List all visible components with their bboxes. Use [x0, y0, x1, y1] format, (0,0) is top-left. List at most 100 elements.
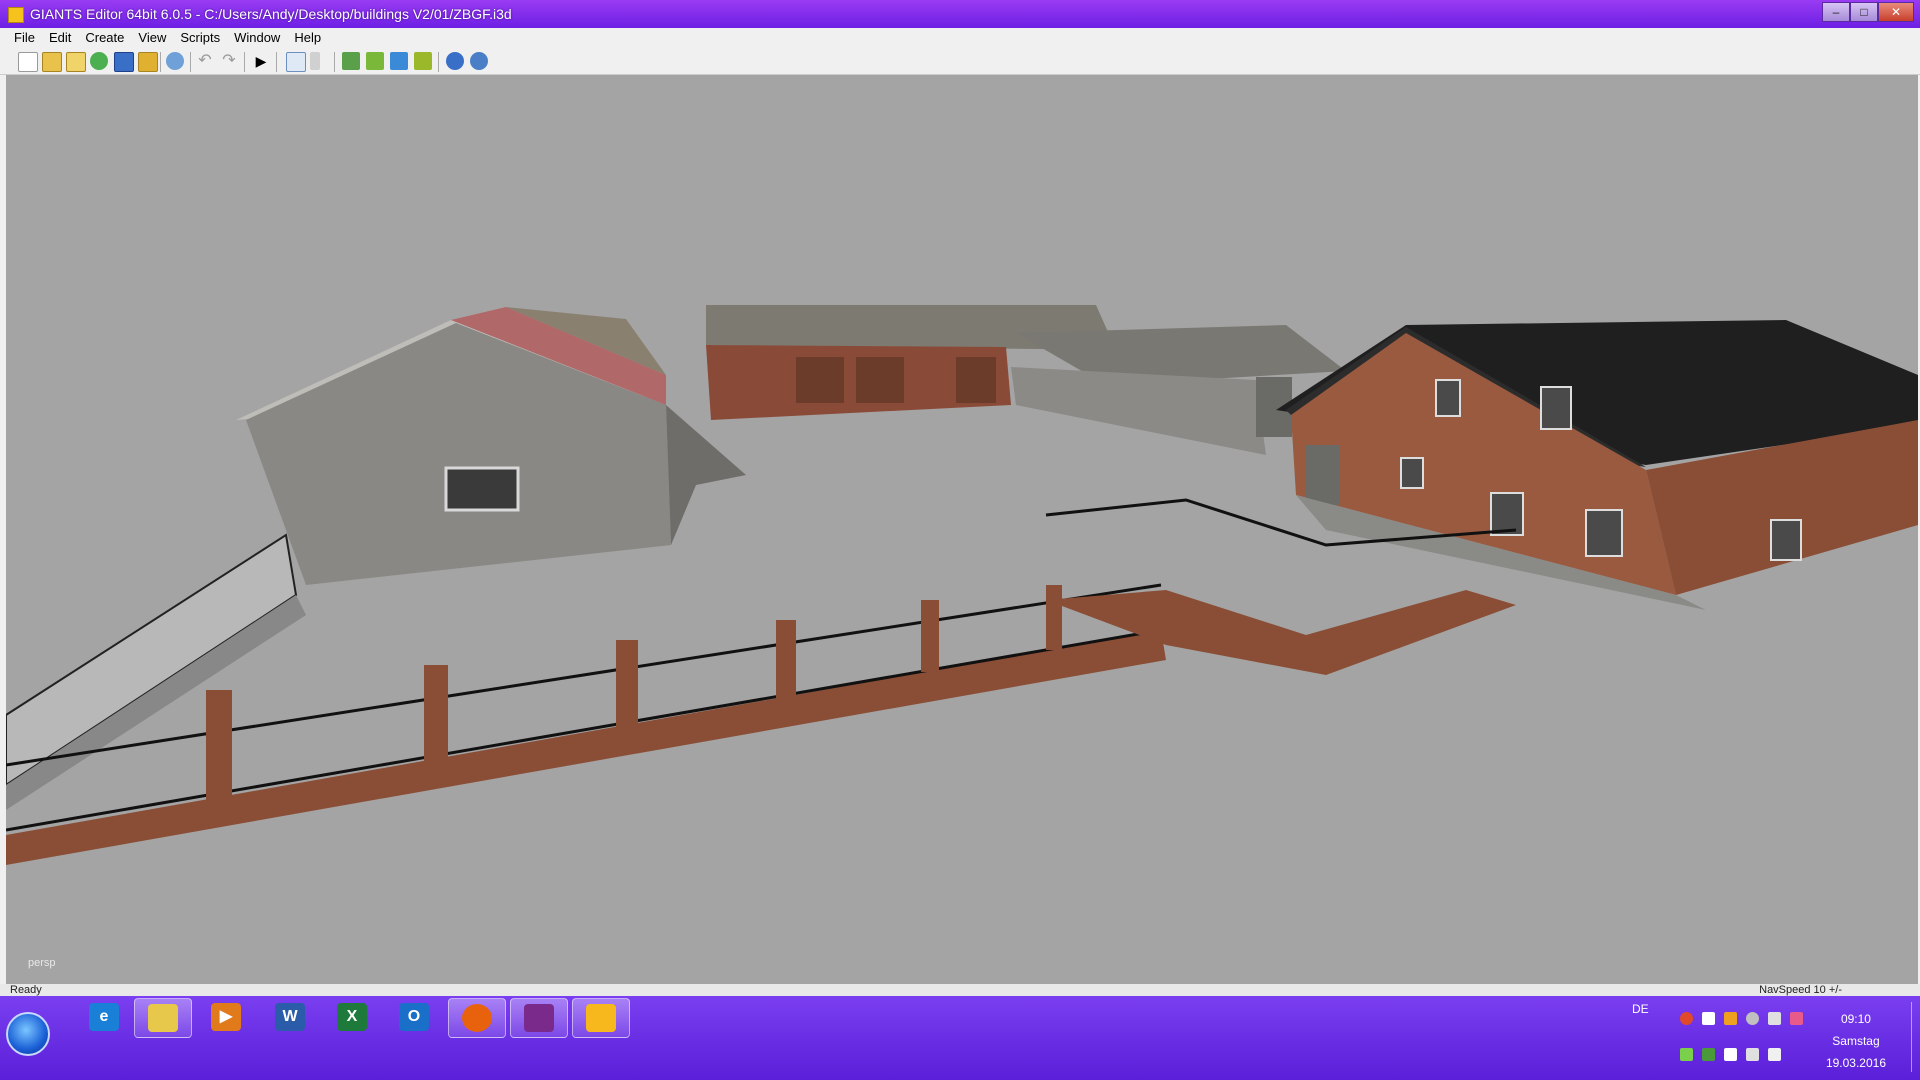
- brick-house-garage-door: [1306, 445, 1340, 505]
- house-window: [444, 466, 520, 512]
- network-icon[interactable]: [1746, 1048, 1759, 1061]
- 3d-viewport[interactable]: persp: [6, 75, 1918, 985]
- foliage-paint-icon[interactable]: [390, 52, 408, 70]
- flag-icon[interactable]: [1724, 1048, 1737, 1061]
- start-button[interactable]: [6, 1012, 50, 1056]
- brick-window: [1585, 509, 1623, 557]
- fence-pillar: [1046, 585, 1062, 650]
- redo-icon[interactable]: ↷: [220, 52, 238, 70]
- toolbar-separator: [438, 52, 439, 72]
- rotate-camera-icon[interactable]: [446, 52, 464, 70]
- nvidia-icon[interactable]: [1702, 1048, 1715, 1061]
- barn-wall: [1011, 367, 1266, 455]
- edit-icon[interactable]: [66, 52, 86, 72]
- toolbar-separator: [190, 52, 191, 72]
- giants-app-icon: [8, 7, 24, 23]
- select-tool-icon[interactable]: [286, 52, 306, 72]
- volume-icon[interactable]: [1768, 1048, 1781, 1061]
- taskbar: e ▶ W X O DE 09:10 Samstag 19.03.2016: [0, 996, 1920, 1080]
- brick-window: [1540, 386, 1572, 430]
- toolbar-separator: [160, 52, 161, 72]
- folder-icon: [148, 1004, 178, 1032]
- language-indicator[interactable]: DE: [1632, 1002, 1649, 1016]
- taskbar-excel[interactable]: X: [324, 998, 380, 1036]
- new-file-icon[interactable]: [18, 52, 38, 72]
- brick-window: [1435, 379, 1461, 417]
- windows-icon[interactable]: [1702, 1012, 1715, 1025]
- menu-edit[interactable]: Edit: [42, 28, 78, 45]
- internet-explorer-icon: e: [89, 1003, 119, 1031]
- play-icon[interactable]: ▶: [252, 52, 270, 70]
- record-icon[interactable]: [1680, 1012, 1693, 1025]
- media-player-icon: ▶: [211, 1003, 241, 1031]
- clock-day: Samstag: [1832, 1034, 1880, 1048]
- reset-icon[interactable]: [166, 52, 184, 70]
- close-button[interactable]: ✕: [1878, 2, 1914, 22]
- garage-door: [856, 357, 904, 403]
- taskbar-winrar[interactable]: [510, 998, 568, 1038]
- menu-create[interactable]: Create: [78, 28, 131, 45]
- chain-link-fence: [6, 533, 298, 787]
- giants-editor-icon: [586, 1004, 616, 1032]
- brick-window: [1770, 519, 1802, 561]
- fence-pillar: [424, 665, 448, 765]
- garage-door: [796, 357, 844, 403]
- toolbar-separator: [244, 52, 245, 72]
- taskbar-firefox[interactable]: [448, 998, 506, 1038]
- toolbar-separator: [334, 52, 335, 72]
- window-title: GIANTS Editor 64bit 6.0.5 - C:/Users/And…: [30, 6, 512, 22]
- clock-date: 19.03.2016: [1825, 1056, 1886, 1070]
- fence-pillar: [921, 600, 939, 672]
- garage-door: [956, 357, 996, 403]
- firefox-icon: [462, 1004, 492, 1032]
- taskbar-word[interactable]: W: [262, 998, 318, 1036]
- network-tool-icon[interactable]: [1768, 1012, 1781, 1025]
- terrain-sculpt-icon[interactable]: [342, 52, 360, 70]
- taskbar-giants-editor[interactable]: [572, 998, 630, 1038]
- minimize-button[interactable]: –: [1822, 2, 1850, 22]
- camera-mode-label: persp: [28, 957, 56, 969]
- menu-bar: File Edit Create View Scripts Window Help: [0, 28, 1920, 48]
- menu-window[interactable]: Window: [227, 28, 287, 45]
- menu-file[interactable]: File: [0, 28, 42, 45]
- show-desktop-button[interactable]: [1911, 1002, 1920, 1072]
- usb-icon[interactable]: [1680, 1048, 1693, 1061]
- taskbar-file-explorer[interactable]: [134, 998, 192, 1038]
- toolbar-separator: [276, 52, 277, 72]
- taskbar-internet-explorer[interactable]: e: [76, 998, 132, 1036]
- settings-icon[interactable]: [470, 52, 488, 70]
- maximize-button[interactable]: □: [1850, 2, 1878, 22]
- menu-view[interactable]: View: [131, 28, 173, 45]
- menu-scripts[interactable]: Scripts: [173, 28, 227, 45]
- brick-window: [1400, 457, 1424, 489]
- toolbar: ↶ ↷ ▶: [0, 48, 1920, 75]
- winrar-icon: [524, 1004, 554, 1032]
- fence-pillar: [616, 640, 638, 730]
- open-icon[interactable]: [42, 52, 62, 72]
- refresh-icon[interactable]: [90, 52, 108, 70]
- app-tray-icon[interactable]: [1790, 1012, 1803, 1025]
- placement-icon[interactable]: [414, 52, 432, 70]
- clock[interactable]: 09:10 Samstag 19.03.2016: [1826, 1008, 1886, 1074]
- move-tool-icon[interactable]: [310, 52, 320, 70]
- hand-icon[interactable]: [1724, 1012, 1737, 1025]
- terrain-paint-icon[interactable]: [366, 52, 384, 70]
- excel-icon: X: [337, 1003, 367, 1031]
- clock-time: 09:10: [1840, 1012, 1871, 1026]
- export-icon[interactable]: [138, 52, 158, 72]
- editor-window: GIANTS Editor 64bit 6.0.5 - C:/Users/And…: [0, 0, 1920, 998]
- taskbar-outlook[interactable]: O: [386, 998, 442, 1036]
- scene-render: [6, 305, 1918, 865]
- title-bar[interactable]: GIANTS Editor 64bit 6.0.5 - C:/Users/And…: [0, 0, 1920, 28]
- outlook-icon: O: [399, 1003, 429, 1031]
- security-icon[interactable]: [1746, 1012, 1759, 1025]
- menu-help[interactable]: Help: [287, 28, 328, 45]
- save-icon[interactable]: [114, 52, 134, 72]
- status-text: Ready: [10, 984, 42, 996]
- taskbar-media-player[interactable]: ▶: [198, 998, 254, 1036]
- fence-pillar: [206, 690, 232, 805]
- undo-icon[interactable]: ↶: [196, 52, 214, 70]
- house-shadow: [666, 405, 746, 545]
- word-icon: W: [275, 1003, 305, 1031]
- fence-pillar: [776, 620, 796, 700]
